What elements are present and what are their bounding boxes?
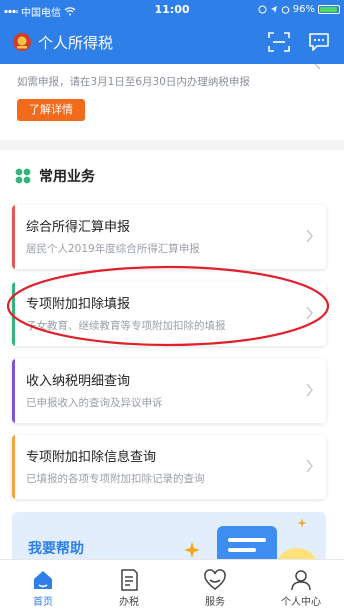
tab-label: 首页 (33, 597, 53, 608)
notice-card: 如需申报，请在3月1日至6月30日内办理纳税申报 了解详情 (0, 64, 344, 140)
service-card-annual-settlement[interactable]: 综合所得汇算申报 居民个人2019年度综合所得汇算申报 (12, 205, 326, 269)
grid-icon (15, 168, 31, 184)
card-subtitle: 子女教育、继续教育等专项附加扣除的填报 (26, 320, 226, 332)
chevron-right-icon (306, 383, 313, 397)
chevron-right-icon (314, 64, 321, 70)
card-subtitle: 居民个人2019年度综合所得汇算申报 (26, 243, 200, 255)
tab-tax-handling[interactable]: 办税 (86, 560, 172, 613)
card-title: 综合所得汇算申报 (26, 220, 131, 235)
service-heart-icon (204, 569, 226, 590)
profile-icon (291, 570, 311, 591)
battery-fill (320, 7, 338, 12)
chevron-right-icon (306, 306, 313, 320)
section-header: 常用业务 (15, 166, 95, 186)
service-card-income-detail-query[interactable]: 收入纳税明细查询 已申报收入的查询及异议申诉 (12, 359, 326, 423)
tab-home[interactable]: 首页 (0, 560, 86, 613)
tab-profile[interactable]: 个人中心 (258, 560, 344, 613)
tax-emblem-icon (13, 33, 31, 51)
learn-more-button[interactable]: 了解详情 (17, 99, 85, 121)
section-title: 常用业务 (39, 169, 95, 185)
header: 个人所得税 (0, 20, 344, 64)
card-title: 收入纳税明细查询 (26, 374, 131, 389)
card-accent-bar (12, 359, 15, 423)
card-title: 专项附加扣除信息查询 (26, 450, 157, 465)
card-subtitle: 已申报收入的查询及异议申诉 (26, 397, 163, 409)
status-right: 96% (258, 4, 340, 15)
battery-icon (318, 5, 340, 14)
chevron-right-icon (306, 459, 313, 473)
service-card-special-deduction-fill[interactable]: 专项附加扣除填报 子女教育、继续教育等专项附加扣除的填报 (12, 282, 326, 346)
alarm-icon (281, 6, 290, 14)
home-icon (34, 571, 52, 589)
bottom-tab-bar: 首页 办税 服务 个人中心 (0, 559, 344, 613)
location-icon (270, 6, 277, 13)
chevron-right-icon (306, 229, 313, 243)
scan-icon[interactable] (268, 32, 290, 52)
message-icon[interactable] (308, 32, 330, 52)
card-accent-bar (12, 205, 15, 269)
form-icon (121, 569, 138, 591)
lock-rotation-icon (258, 5, 267, 14)
app-title: 个人所得税 (38, 34, 114, 52)
battery-percent: 96% (292, 4, 315, 15)
tab-label: 服务 (205, 597, 225, 608)
status-bar: 中国电信 11:00 96% (0, 0, 344, 20)
card-accent-bar (12, 282, 15, 346)
tab-label: 个人中心 (281, 597, 321, 608)
card-subtitle: 已填报的各项专项附加扣除记录的查询 (26, 473, 205, 485)
service-card-deduction-info-query[interactable]: 专项附加扣除信息查询 已填报的各项专项附加扣除记录的查询 (12, 435, 326, 499)
card-title: 专项附加扣除填报 (26, 297, 131, 312)
tab-label: 办税 (119, 597, 139, 608)
help-title: 我要帮助 (28, 541, 84, 557)
notice-text: 如需申报，请在3月1日至6月30日内办理纳税申报 (17, 76, 250, 88)
card-accent-bar (12, 435, 15, 499)
tab-service[interactable]: 服务 (172, 560, 258, 613)
